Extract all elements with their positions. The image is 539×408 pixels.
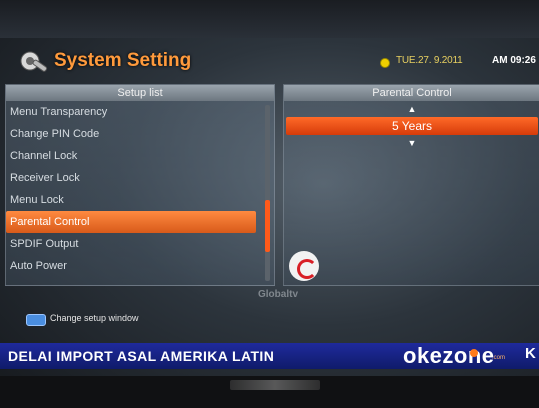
list-item-channel-lock[interactable]: Channel Lock [6,145,258,167]
arrow-down-icon[interactable]: ▼ [284,135,539,151]
setup-list-title: Setup list [6,85,274,101]
parental-control-title: Parental Control [284,85,539,101]
scrollbar-thumb[interactable] [265,200,270,252]
news-ticker: DELAI IMPORT ASAL AMERIKA LATIN okezone … [0,343,539,369]
channel-logo-icon [289,251,319,281]
list-item-auto-power[interactable]: Auto Power [6,255,258,277]
brand-dot-icon [470,349,478,357]
date-display: TUE.27. 9.2011 [396,55,463,66]
ticker-headline: DELAI IMPORT ASAL AMERIKA LATIN [8,348,275,364]
time-display: AM 09:26 [492,55,536,66]
ticker-next-text: K [525,345,536,362]
channel-watermark: Globaltv [258,289,299,300]
arrow-up-icon[interactable]: ▲ [284,101,539,117]
parental-control-panel: Parental Control ▲ 5 Years ▼ [283,84,539,286]
setup-list-panel: Setup list Menu Transparency Change PIN … [5,84,275,286]
tv-bezel-top [0,0,539,38]
tv-brand-logo [230,380,320,390]
list-item-parental-control[interactable]: Parental Control [6,211,256,233]
list-item-change-pin-code[interactable]: Change PIN Code [6,123,258,145]
list-item-menu-transparency[interactable]: Menu Transparency [6,101,258,123]
settings-icon [20,51,48,72]
list-item-receiver-lock[interactable]: Receiver Lock [6,167,258,189]
remote-key-icon [26,314,46,326]
list-item-spdif-output[interactable]: SPDIF Output [6,233,258,255]
list-item-menu-lock[interactable]: Menu Lock [6,189,258,211]
setup-list-scrollbar[interactable] [265,105,270,281]
ticker-brand: okezone [403,343,495,368]
parental-control-value[interactable]: 5 Years [286,117,538,135]
page-title: System Setting [54,50,192,71]
clock-icon [380,58,390,68]
header: System Setting TUE.27. 9.2011 AM 09:26 [18,45,536,81]
ticker-brand-suffix: .com [492,355,506,361]
hint-text: Change setup window [50,313,139,323]
